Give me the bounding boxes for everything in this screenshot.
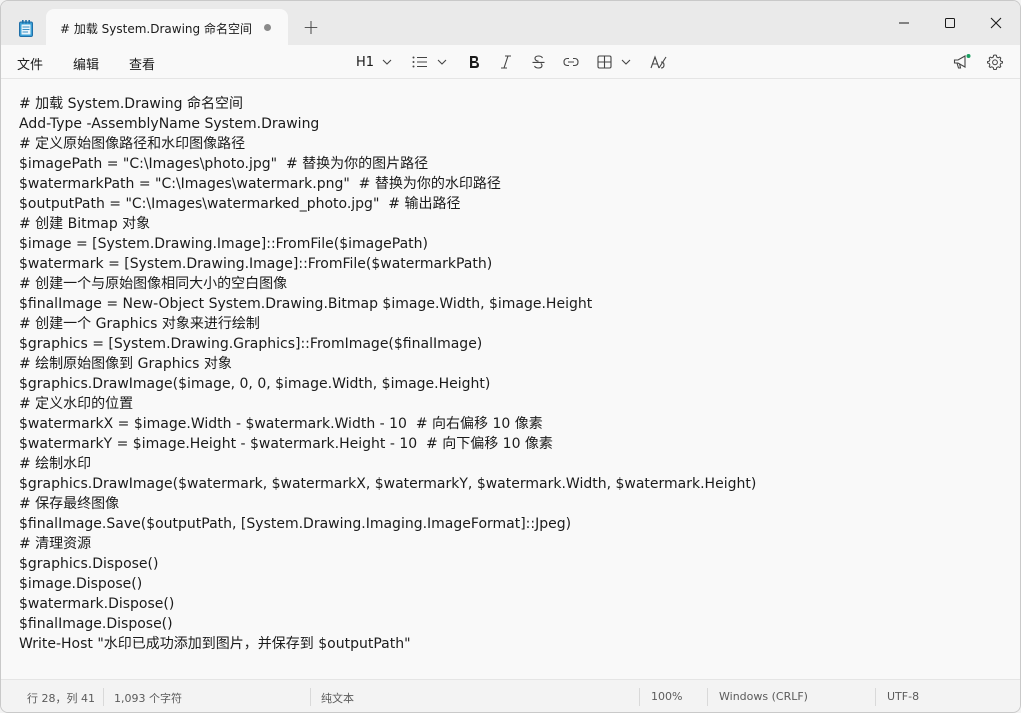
- italic-button[interactable]: [500, 51, 512, 73]
- editor-line: $watermarkX = $image.Width - $watermark.…: [19, 416, 543, 432]
- editor-line: $image = [System.Drawing.Image]::FromFil…: [19, 236, 428, 252]
- cursor-position: 行 28，列 41: [27, 692, 95, 705]
- notepad-window: # 加载 System.Drawing 命名空间 + 文件 编辑 查看 H1 #…: [0, 0, 1021, 713]
- close-button[interactable]: [973, 9, 1019, 37]
- status-divider: [639, 688, 640, 706]
- editor-line: # 保存最终图像: [19, 496, 120, 512]
- list-dropdown[interactable]: [412, 51, 447, 73]
- editor-line: # 加载 System.Drawing 命名空间: [19, 96, 243, 112]
- editor-line: $finalImage.Save($outputPath, [System.Dr…: [19, 516, 572, 532]
- editor-line: Add-Type -AssemblyName System.Drawing: [19, 116, 320, 132]
- encoding[interactable]: UTF-8: [887, 690, 919, 703]
- maximize-button[interactable]: [927, 9, 973, 37]
- table-icon: [597, 55, 612, 69]
- text-editor[interactable]: # 加载 System.Drawing 命名空间 Add-Type -Assem…: [1, 79, 1020, 679]
- editor-line: $finalImage = New-Object System.Drawing.…: [19, 296, 593, 312]
- bold-button[interactable]: [468, 51, 480, 73]
- text-mode[interactable]: 纯文本: [321, 690, 354, 706]
- chevron-down-icon: [437, 59, 447, 65]
- chevron-down-icon: [382, 59, 392, 65]
- status-divider: [707, 688, 708, 706]
- editor-line: # 定义水印的位置: [19, 396, 134, 412]
- close-icon: [990, 17, 1002, 29]
- new-tab-button[interactable]: +: [301, 17, 321, 37]
- list-icon: [412, 56, 427, 68]
- clear-formatting-icon: [650, 54, 667, 69]
- editor-line: Write-Host "水印已成功添加到图片，并保存到 $outputPath": [19, 636, 411, 652]
- notifications-button[interactable]: [953, 51, 971, 73]
- gear-icon: [987, 54, 1003, 70]
- status-divider: [103, 688, 104, 706]
- editor-line: $image.Dispose(): [19, 576, 143, 592]
- maximize-icon: [945, 18, 955, 28]
- italic-icon: [501, 55, 511, 69]
- table-dropdown[interactable]: [597, 51, 631, 73]
- heading-dropdown[interactable]: H1: [356, 51, 392, 73]
- megaphone-icon: [953, 54, 971, 69]
- clear-formatting-button[interactable]: [650, 51, 667, 73]
- status-bar: 行 28，列 41 1,093 个字符 纯文本 100% Windows (CR…: [1, 679, 1020, 712]
- menu-view[interactable]: 查看: [129, 54, 155, 73]
- editor-line: # 清理资源: [19, 536, 92, 552]
- strikethrough-button[interactable]: [532, 51, 545, 73]
- editor-line: $watermark.Dispose(): [19, 596, 175, 612]
- bold-icon: [470, 56, 479, 68]
- editor-line: # 绘制原始图像到 Graphics 对象: [19, 356, 232, 372]
- editor-line: $outputPath = "C:\Images\watermarked_pho…: [19, 196, 461, 212]
- editor-line: $graphics.DrawImage($image, 0, 0, $image…: [19, 376, 491, 392]
- title-bar: # 加载 System.Drawing 命名空间 +: [1, 1, 1020, 45]
- editor-line: # 创建一个与原始图像相同大小的空白图像: [19, 276, 288, 292]
- editor-line: $graphics = [System.Drawing.Graphics]::F…: [19, 336, 483, 352]
- editor-line: $watermarkY = $image.Height - $watermark…: [19, 436, 553, 452]
- editor-line: # 绘制水印: [19, 456, 92, 472]
- editor-line: $graphics.Dispose(): [19, 556, 159, 572]
- minimize-button[interactable]: [881, 9, 927, 37]
- menu-toolbar: 文件 编辑 查看 H1: [1, 45, 1020, 79]
- link-button[interactable]: [563, 51, 579, 73]
- editor-line: # 创建一个 Graphics 对象来进行绘制: [19, 316, 260, 332]
- editor-line: $graphics.DrawImage($watermark, $waterma…: [19, 476, 757, 492]
- editor-line: $watermark = [System.Drawing.Image]::Fro…: [19, 256, 493, 272]
- document-tab[interactable]: # 加载 System.Drawing 命名空间: [46, 9, 288, 45]
- editor-line: # 定义原始图像路径和水印图像路径: [19, 136, 246, 152]
- notepad-icon: [19, 20, 33, 37]
- menu-file[interactable]: 文件: [17, 54, 43, 73]
- editor-line: # 创建 Bitmap 对象: [19, 216, 151, 232]
- unsaved-dot-icon[interactable]: [264, 24, 271, 31]
- editor-line: $imagePath = "C:\Images\photo.jpg" # 替换为…: [19, 156, 429, 172]
- editor-line: $finalImage.Dispose(): [19, 616, 173, 632]
- minimize-icon: [899, 22, 909, 24]
- link-icon: [563, 57, 579, 67]
- character-count: 1,093 个字符: [114, 692, 182, 705]
- chevron-down-icon: [621, 59, 631, 65]
- editor-line: $watermarkPath = "C:\Images\watermark.pn…: [19, 176, 501, 192]
- status-divider: [875, 688, 876, 706]
- status-divider: [310, 688, 311, 706]
- zoom-level[interactable]: 100%: [651, 690, 682, 703]
- settings-button[interactable]: [987, 51, 1003, 73]
- tab-title: # 加载 System.Drawing 命名空间: [60, 22, 252, 36]
- heading-label: H1: [356, 54, 375, 70]
- menu-edit[interactable]: 编辑: [73, 54, 99, 73]
- line-ending[interactable]: Windows (CRLF): [719, 690, 808, 703]
- strikethrough-icon: [532, 55, 545, 69]
